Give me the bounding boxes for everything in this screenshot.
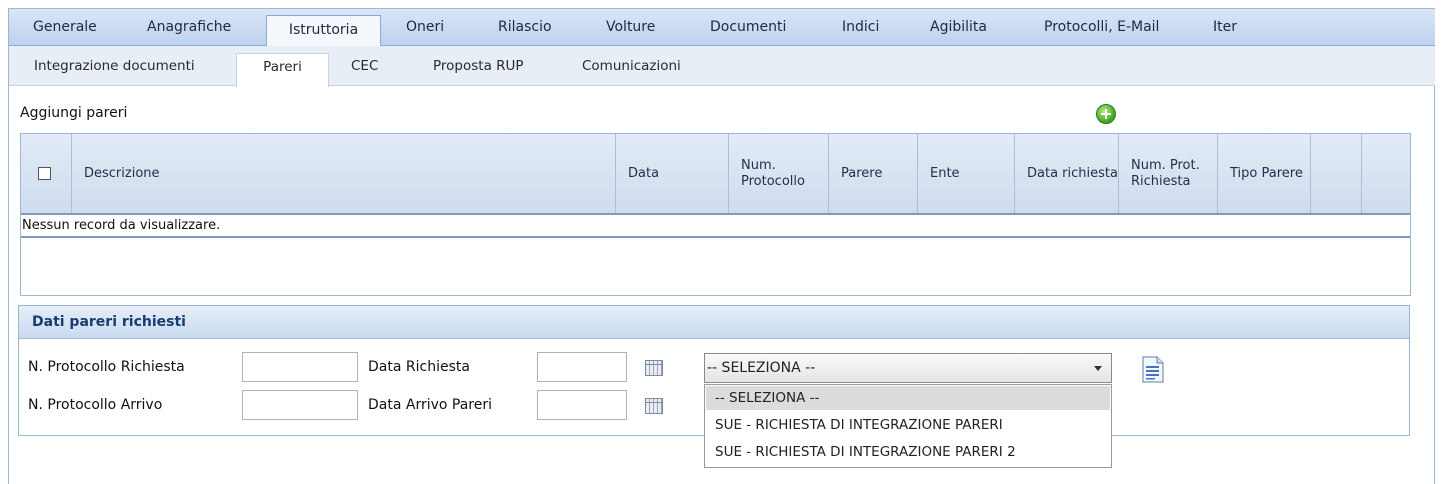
tipo-richiesta-select[interactable]: -- SELEZIONA --	[704, 353, 1112, 383]
tab-anagrafiche[interactable]: Anagrafiche	[147, 19, 231, 35]
subtab-pareri[interactable]: Pareri	[236, 53, 329, 87]
tab-documenti[interactable]: Documenti	[710, 19, 786, 35]
tab-protocolli-email[interactable]: Protocolli, E-Mail	[1044, 19, 1159, 35]
select-all-checkbox[interactable]	[38, 167, 51, 180]
data-arrivo-pareri-input[interactable]	[538, 391, 626, 419]
label-data-richiesta: Data Richiesta	[368, 359, 470, 375]
tab-generale[interactable]: Generale	[33, 19, 97, 35]
calendar-icon[interactable]	[645, 360, 663, 376]
document-icon[interactable]	[1142, 356, 1164, 383]
panel-header: Dati pareri richiesti	[19, 306, 1409, 339]
select-dropdown-list: -- SELEZIONA -- SUE - RICHIESTA DI INTEG…	[704, 384, 1112, 468]
header-ente[interactable]: Ente	[918, 134, 1015, 213]
label-data-arrivo-pareri: Data Arrivo Pareri	[368, 397, 493, 413]
tab-oneri[interactable]: Oneri	[406, 19, 444, 35]
header-parere[interactable]: Parere	[829, 134, 918, 213]
data-richiesta-input[interactable]	[538, 353, 626, 381]
pareri-grid: Descrizione Data Num. Protocollo Parere …	[20, 133, 1411, 296]
header-tipo-parere[interactable]: Tipo Parere	[1218, 134, 1311, 213]
tab-volture[interactable]: Volture	[606, 19, 655, 35]
header-num-protocollo[interactable]: Num. Protocollo	[729, 134, 829, 213]
label-n-protocollo-richiesta: N. Protocollo Richiesta	[28, 359, 185, 375]
tab-indici[interactable]: Indici	[842, 19, 879, 35]
header-num-prot-richiesta[interactable]: Num. Prot. Richiesta	[1119, 134, 1218, 213]
data-richiesta-field[interactable]	[537, 352, 627, 382]
n-protocollo-arrivo-field[interactable]	[242, 390, 358, 420]
chevron-down-icon[interactable]	[1094, 366, 1102, 371]
main-tab-bar: Generale Anagrafiche Istruttoria Oneri R…	[9, 8, 1435, 49]
n-protocollo-arrivo-input[interactable]	[243, 391, 357, 419]
subtab-proposta-rup[interactable]: Proposta RUP	[433, 58, 524, 74]
select-option[interactable]: -- SELEZIONA --	[706, 386, 1110, 410]
subtab-comunicazioni[interactable]: Comunicazioni	[582, 58, 681, 74]
tab-istruttoria[interactable]: Istruttoria	[266, 15, 381, 49]
grid-empty-message: Nessun record da visualizzare.	[21, 216, 1410, 238]
header-action-1	[1311, 134, 1362, 213]
data-arrivo-pareri-field[interactable]	[537, 390, 627, 420]
grid-header: Descrizione Data Num. Protocollo Parere …	[21, 134, 1410, 215]
header-data-richiesta[interactable]: Data richiesta	[1015, 134, 1119, 213]
subtab-integrazione-documenti[interactable]: Integrazione documenti	[34, 58, 195, 74]
select-option[interactable]: SUE - RICHIESTA DI INTEGRAZIONE PARERI	[706, 413, 1110, 437]
subtab-cec[interactable]: CEC	[351, 58, 378, 74]
tab-agibilita[interactable]: Agibilita	[930, 19, 987, 35]
label-n-protocollo-arrivo: N. Protocollo Arrivo	[28, 397, 163, 413]
add-pareri-title: Aggiungi pareri	[20, 105, 128, 121]
header-action-2	[1362, 134, 1410, 213]
tab-iter[interactable]: Iter	[1213, 19, 1237, 35]
tab-rilascio[interactable]: Rilascio	[498, 19, 552, 35]
select-option[interactable]: SUE - RICHIESTA DI INTEGRAZIONE PARERI 2	[706, 440, 1110, 464]
calendar-icon[interactable]	[645, 398, 663, 414]
plus-circle-icon[interactable]	[1096, 104, 1116, 124]
sub-tab-bar: Integrazione documenti Pareri CEC Propos…	[9, 46, 1435, 87]
n-protocollo-richiesta-input[interactable]	[243, 353, 357, 381]
n-protocollo-richiesta-field[interactable]	[242, 352, 358, 382]
select-value: -- SELEZIONA --	[707, 360, 816, 376]
header-select-cell	[21, 134, 72, 213]
header-data[interactable]: Data	[616, 134, 729, 213]
panel-title: Dati pareri richiesti	[32, 314, 186, 330]
header-descrizione[interactable]: Descrizione	[72, 134, 616, 213]
